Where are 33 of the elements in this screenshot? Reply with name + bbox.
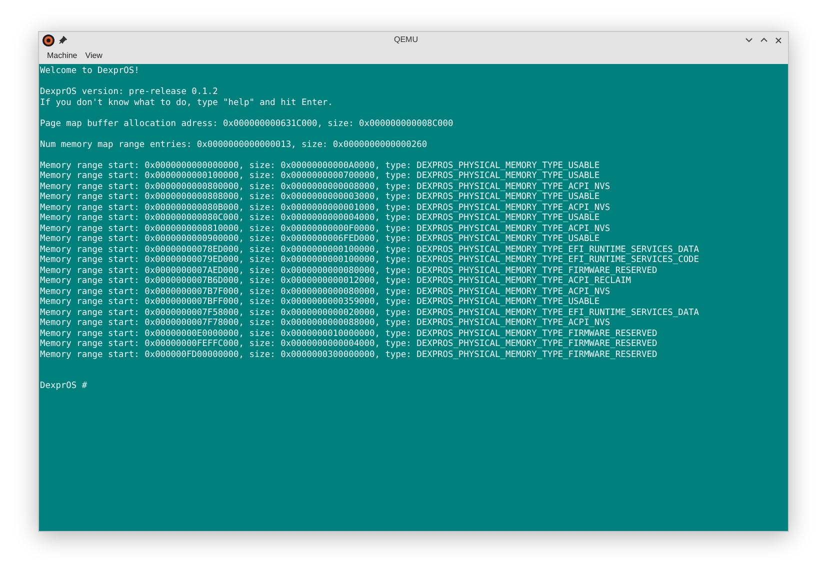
menu-item[interactable]: Machine — [44, 50, 80, 62]
console-line: Page map buffer allocation adress: 0x000000000631C000, size: 0x000000000008C000 — [40, 118, 454, 129]
console-line: DexprOS # — [40, 381, 88, 392]
console-line: Memory range start: 0x000000FD00000000, size: 0x0000000300000000, type: DEXPROS_PHYSICAL_MEMORY_TYPE_FIRMWARE_RESERVED — [40, 350, 658, 360]
console-line: Memory range start: 0x00000000FEFFC000, size: 0x0000000000004000, type: DEXPROS_PHYSICAL_MEMORY_TYPE_FIRMWARE_RESERVED — [40, 339, 658, 350]
console-line: DexprOS version: pre-release 0.1.2 — [40, 87, 218, 98]
window-title: QEMU — [394, 34, 418, 46]
console-line: Memory range start: 0x00000000079ED000, size: 0x0000000000100000, type: DEXPROS_PHYSICAL_MEMORY_TYPE_EFI_RUNTIME_SERVICES_CODE — [40, 255, 700, 266]
console-line: Memory range start: 0x00000000078ED000, size: 0x0000000000100000, type: DEXPROS_PHYSICAL_MEMORY_TYPE_EFI_RUNTIME_SERVICES_DATA — [40, 244, 700, 255]
console-line: Memory range start: 0x0000000007BFF000, size: 0x0000000000359000, type: DEXPROS_PHYSICAL_MEMORY_TYPE_USABLE — [40, 297, 600, 308]
console-line: Memory range start: 0x0000000000900000, size: 0x0000000006FED000, type: DEXPROS_PHYSICAL_MEMORY_TYPE_USABLE — [40, 234, 600, 244]
qemu-logo-icon — [42, 34, 55, 46]
console-line: Memory range start: 0x0000000007B7F000, size: 0x0000000000080000, type: DEXPROS_PHYSICAL_MEMORY_TYPE_ACPI_NVS — [40, 286, 610, 297]
console-line: Memory range start: 0x0000000007B6D000, size: 0x0000000000012000, type: DEXPROS_PHYSICAL_MEMORY_TYPE_ACPI_RECLAIM — [40, 276, 632, 286]
console-line: If you don't know what to do, type "help" and hit Enter. — [40, 98, 333, 108]
pin-icon[interactable] — [59, 36, 67, 44]
minimize-icon[interactable] — [745, 37, 753, 43]
console-line: Memory range start: 0x0000000007AED000, size: 0x0000000000080000, type: DEXPROS_PHYSICAL_MEMORY_TYPE_FIRMWARE_RESERVED — [40, 266, 658, 276]
console-line: Memory range start: 0x0000000007F78000, size: 0x0000000000088000, type: DEXPROS_PHYSICAL_MEMORY_TYPE_ACPI_NVS — [40, 318, 610, 328]
console-line: Memory range start: 0x00000000E0000000, size: 0x0000000010000000, type: DEXPROS_PHYSICAL_MEMORY_TYPE_FIRMWARE_RESERVED — [40, 328, 658, 339]
close-icon[interactable] — [775, 36, 782, 44]
console-line: Memory range start: 0x0000000000800000, size: 0x0000000000008000, type: DEXPROS_PHYSICAL_MEMORY_TYPE_ACPI_NVS — [40, 182, 610, 192]
console-line: Memory range start: 0x0000000007F58000, size: 0x0000000000020000, type: DEXPROS_PHYSICAL_MEMORY_TYPE_EFI_RUNTIME_SERVICES_DATA — [40, 308, 700, 318]
console-line: Welcome to DexprOS! — [40, 66, 140, 76]
console-line: Memory range start: 0x0000000000100000, size: 0x0000000000700000, type: DEXPROS_PHYSICAL_MEMORY_TYPE_USABLE — [40, 171, 600, 182]
console-line: Memory range start: 0x0000000000808000, size: 0x0000000000003000, type: DEXPROS_PHYSICAL_MEMORY_TYPE_USABLE — [40, 192, 600, 202]
menu-item[interactable]: View — [82, 50, 106, 62]
console-line: Memory range start: 0x0000000000810000, size: 0x00000000000F0000, type: DEXPROS_PHYSICAL_MEMORY_TYPE_ACPI_NVS — [40, 224, 610, 234]
console-line: Num memory map range entries: 0x0000000000000013, size: 0x0000000000000260 — [40, 140, 428, 150]
console-line: Memory range start: 0x000000000080B000, size: 0x0000000000001000, type: DEXPROS_PHYSICAL_MEMORY_TYPE_ACPI_NVS — [40, 202, 610, 213]
maximize-icon[interactable] — [760, 37, 768, 43]
console-line: Memory range start: 0x000000000080C000, size: 0x0000000000004000, type: DEXPROS_PHYSICAL_MEMORY_TYPE_USABLE — [40, 213, 600, 224]
console-line: Memory range start: 0x0000000000000000, size: 0x00000000000A0000, type: DEXPROS_PHYSICAL_MEMORY_TYPE_USABLE — [40, 160, 600, 171]
